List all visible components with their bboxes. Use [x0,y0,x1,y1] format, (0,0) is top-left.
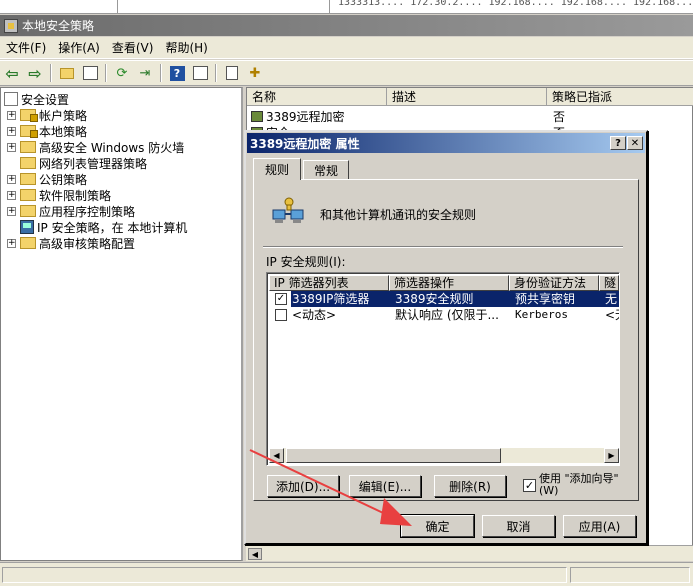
rules-label: IP 安全规则(I): [266,255,346,269]
tree-item-local-policy[interactable]: + 本地策略 [7,123,87,139]
menu-bar: 文件(F) 操作(A) 查看(V) 帮助(H) [0,37,693,59]
up-folder-icon[interactable] [57,63,77,83]
column-filter-list[interactable]: IP 筛选器列表 [269,275,389,291]
scroll-left-icon[interactable]: ◀ [248,548,262,560]
status-pane [570,567,690,583]
column-name[interactable]: 名称 [247,88,387,106]
scroll-thumb[interactable] [286,448,501,463]
add-policy-icon[interactable]: ✚ [245,63,265,83]
use-wizard-label: 使用 "添加向导"(W) [539,472,619,497]
rule-checkbox[interactable]: ✓ [275,293,287,305]
menu-file[interactable]: 文件(F) [0,39,52,56]
dialog-title: 3389远程加密 属性 [250,136,360,151]
folder-icon [20,125,38,138]
export-list-icon[interactable]: ⇥ [135,63,155,83]
tree-item-public-key[interactable]: + 公钥策略 [7,171,87,187]
table-row[interactable]: <动态> 默认响应 (仅限于... Kerberos <无 [269,307,619,323]
show-hide-tree-icon[interactable] [80,63,100,83]
properties-view-icon[interactable] [190,63,210,83]
close-button[interactable]: ✕ [627,136,643,150]
edit-rule-button[interactable]: 编辑(E)... [349,475,421,497]
list-item[interactable]: 3389远程加密 否 [247,108,693,124]
tree-item-network-list[interactable]: 网络列表管理器策略 [20,155,147,171]
bg-cell [118,0,330,13]
forward-icon[interactable]: ⇨ [25,63,45,83]
refresh-icon[interactable]: ⟳ [112,63,132,83]
dialog-description: 和其他计算机通讯的安全规则 [320,208,477,222]
dialog-titlebar: 3389远程加密 属性 ? ✕ [247,133,645,153]
remove-rule-button[interactable]: 删除(R) [434,475,506,497]
table-row[interactable]: ✓ 3389IP筛选器 3389安全规则 预共享密钥 无 [269,291,619,307]
expand-icon[interactable]: + [7,174,16,184]
status-pane [2,567,567,583]
tab-rules[interactable]: 规则 [253,158,301,180]
tree-item-software-restriction[interactable]: + 软件限制策略 [7,187,111,203]
tree-item-advanced-audit[interactable]: + 高级审核策略配置 [7,235,135,251]
folder-icon [20,189,36,201]
tree-item-ip-security[interactable]: IP 安全策略，在 本地计算机 [20,219,187,235]
list-horizontal-scrollbar[interactable]: ◀ [246,545,693,561]
policy-icon [251,111,263,122]
column-filter-action[interactable]: 筛选器操作 [389,275,509,291]
apply-button[interactable]: 应用(A) [563,515,636,537]
folder-icon [20,141,36,153]
folder-icon [20,157,36,169]
back-icon[interactable]: ⇦ [2,63,22,83]
tree-root-security-settings[interactable]: 安全设置 [4,91,69,107]
security-policy-icon [4,18,18,33]
expand-icon[interactable]: + [7,142,16,152]
list-header: 名称 描述 策略已指派 [247,88,693,106]
use-wizard-checkbox[interactable]: ✓ [523,479,536,492]
scroll-left-icon[interactable]: ◀ [269,448,284,463]
tree-item-app-control[interactable]: + 应用程序控制策略 [7,203,135,219]
toolbar-separator [160,64,162,82]
bg-cell [0,0,118,13]
column-description[interactable]: 描述 [387,88,547,106]
tree-item-firewall[interactable]: + 高级安全 Windows 防火墙 [7,139,184,155]
tree-item-account-policy[interactable]: + 帐户策略 [7,107,87,123]
menu-view[interactable]: 查看(V) [106,39,160,56]
rules-horizontal-scrollbar[interactable]: ◀ ▶ [269,448,619,463]
add-rule-button[interactable]: 添加(D)... [267,475,339,497]
ok-button[interactable]: 确定 [400,514,475,538]
help-icon[interactable]: ? [167,63,187,83]
column-auth-method[interactable]: 身份验证方法 [509,275,599,291]
expand-icon[interactable]: + [7,190,16,200]
menu-action[interactable]: 操作(A) [52,39,106,56]
expand-icon[interactable]: + [7,238,16,248]
column-assigned[interactable]: 策略已指派 [547,88,693,106]
column-tunnel[interactable]: 隧 [599,275,619,291]
status-bar [0,562,693,586]
bg-strip-text: 1333313.... 172.30.2.... 192.168.... 192… [338,0,693,8]
cancel-button[interactable]: 取消 [482,515,555,537]
toolbar-separator [50,64,52,82]
ip-security-icon [20,220,34,234]
toolbar: ⇦ ⇨ ⟳ ⇥ ? ✚ [0,60,693,86]
network-rule-icon [272,197,304,223]
dialog-separator [263,246,623,248]
window-titlebar: 本地安全策略 [0,15,693,36]
rules-header: IP 筛选器列表 筛选器操作 身份验证方法 隧 [269,275,619,291]
expand-icon[interactable]: + [7,206,16,216]
folder-icon [20,109,38,122]
window-title: 本地安全策略 [22,19,95,33]
expand-icon[interactable]: + [7,126,16,136]
toolbar-separator [215,64,217,82]
toolbar-separator [105,64,107,82]
menu-help[interactable]: 帮助(H) [159,39,213,56]
folder-icon [20,237,36,249]
tab-general[interactable]: 常规 [303,160,349,180]
ip-rules-list: IP 筛选器列表 筛选器操作 身份验证方法 隧 ✓ 3389IP筛选器 3389… [266,272,620,466]
navigation-tree: 安全设置 + 帐户策略 + 本地策略 + 高级安全 Windows 防火墙 网络… [0,87,243,561]
background-window-strip: 1333313.... 172.30.2.... 192.168.... 192… [0,0,693,14]
manage-filter-icon[interactable] [222,63,242,83]
rule-checkbox[interactable] [275,309,287,321]
scroll-right-icon[interactable]: ▶ [604,448,619,463]
security-settings-icon [4,92,18,106]
help-button[interactable]: ? [610,136,626,150]
folder-icon [20,173,36,185]
folder-icon [20,205,36,217]
expand-icon[interactable]: + [7,110,16,120]
